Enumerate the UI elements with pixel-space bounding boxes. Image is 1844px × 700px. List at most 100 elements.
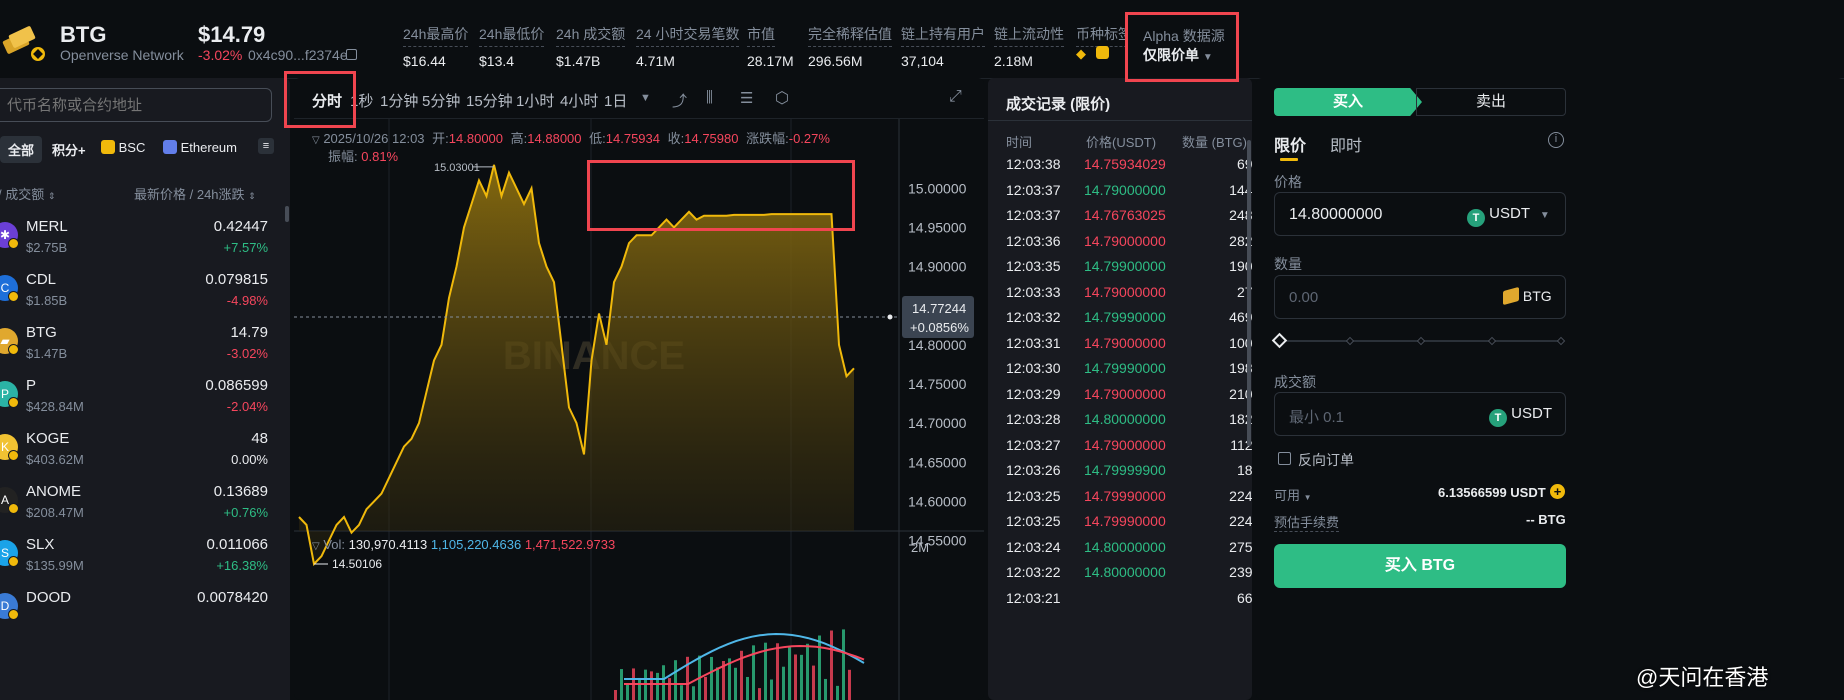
reverse-order-checkbox[interactable] bbox=[1278, 452, 1291, 465]
slider-stop-50[interactable] bbox=[1416, 336, 1426, 346]
volume-bar bbox=[782, 666, 785, 700]
slider-stop-75[interactable] bbox=[1487, 336, 1497, 346]
filter-all[interactable]: 全部 bbox=[0, 136, 43, 163]
search-box[interactable] bbox=[0, 88, 272, 122]
ohlc-amplitude: 振幅: 0.81% bbox=[328, 149, 399, 164]
info-icon[interactable]: i bbox=[1548, 132, 1564, 148]
order-type-active-indicator bbox=[1280, 158, 1298, 161]
price-chart[interactable]: BINANCE15.0000014.9500014.9000014.850001… bbox=[294, 119, 984, 700]
indicator-icon[interactable]: ⤴ bbox=[672, 90, 687, 111]
slider-stop-25[interactable] bbox=[1345, 336, 1355, 346]
stat-24h-volume: 24h 成交额 $1.47B bbox=[556, 26, 626, 69]
trades-col-qty: 数量 (BTG) bbox=[1182, 135, 1247, 150]
filter-more-icon[interactable]: ≡ bbox=[258, 138, 274, 154]
contract-address[interactable]: 0x4c90...f2374e bbox=[248, 47, 348, 63]
total-label: 成交额 bbox=[1274, 374, 1316, 390]
market-row-volume: $2.75B bbox=[26, 240, 68, 255]
order-type-market[interactable]: 即时 bbox=[1330, 132, 1362, 156]
volume-bar bbox=[704, 676, 707, 700]
timeframe-tab[interactable]: 4小时 bbox=[560, 90, 598, 111]
price-unit-select[interactable]: T USDT ▼ bbox=[1467, 205, 1550, 227]
chevron-down-icon: ▼ bbox=[1539, 210, 1550, 221]
total-field[interactable]: 最小 0.1 T USDT bbox=[1274, 392, 1566, 436]
market-row-change: -4.98% bbox=[226, 293, 268, 308]
trade-time: 12:03:25 bbox=[1006, 513, 1061, 529]
trade-qty: 224.51 bbox=[1229, 487, 1252, 504]
timeframe-tab[interactable]: 5分钟 bbox=[422, 90, 460, 111]
trade-price: 14.79990000 bbox=[1084, 309, 1166, 325]
usdt-icon: T bbox=[1489, 409, 1507, 427]
market-row[interactable]: D DOOD 0.0078420 bbox=[0, 587, 290, 649]
volume-bar bbox=[716, 667, 719, 700]
qty-field[interactable]: 0.00 BTG bbox=[1274, 275, 1566, 319]
trade-time: 12:03:28 bbox=[1006, 411, 1061, 427]
reverse-order-label[interactable]: 反向订单 bbox=[1298, 450, 1354, 470]
slider-handle[interactable] bbox=[1271, 332, 1288, 349]
bnb-badge-icon bbox=[8, 291, 19, 302]
market-row-price: 0.086599 bbox=[205, 377, 268, 394]
chart-settings-icon[interactable]: ☰ bbox=[740, 89, 753, 107]
slider-stop-100[interactable] bbox=[1556, 336, 1566, 346]
sell-tab[interactable]: 卖出 bbox=[1416, 88, 1566, 116]
timeframe-tab[interactable]: 1分钟 bbox=[380, 90, 418, 111]
token-price: $14.79 bbox=[198, 22, 266, 47]
market-row-name: P bbox=[26, 377, 37, 394]
market-row-price: 0.0078420 bbox=[197, 589, 268, 606]
trade-price: 14.79990000 bbox=[1084, 360, 1166, 376]
volume-bar bbox=[842, 629, 845, 700]
collapse-icon[interactable]: ▽ bbox=[312, 541, 320, 552]
timeframe-tab[interactable]: 1秒 bbox=[350, 90, 373, 111]
token-change: -3.02% bbox=[198, 47, 243, 63]
trades-scrollbar[interactable] bbox=[1247, 140, 1251, 446]
order-panel: 买入 卖出 限价 即时 i 价格 14.80000000 T USDT ▼ 数量… bbox=[1256, 78, 1844, 700]
stat-24h-trades: 24 小时交易笔数 4.71M bbox=[636, 26, 740, 69]
bnb-badge-icon bbox=[8, 238, 19, 249]
buy-tab[interactable]: 买入 bbox=[1274, 88, 1422, 116]
timeframe-tab[interactable]: 1日 bbox=[604, 90, 627, 111]
token-header: BTG Openverse Network $14.79 -3.02% 0x4c… bbox=[0, 0, 1844, 78]
order-type-limit[interactable]: 限价 bbox=[1274, 132, 1306, 156]
trade-time: 12:03:25 bbox=[1006, 487, 1061, 504]
price-field[interactable]: 14.80000000 T USDT ▼ bbox=[1274, 192, 1566, 236]
sort-volume-header[interactable]: / 成交额 ⇕ bbox=[0, 184, 55, 203]
price-input[interactable]: 14.80000000 bbox=[1289, 206, 1382, 224]
qty-unit: BTG bbox=[1503, 286, 1552, 306]
market-row-name: BTG bbox=[26, 324, 57, 341]
filter-ethereum[interactable]: Ethereum bbox=[163, 140, 237, 155]
chart-config-icon[interactable]: ⬡ bbox=[775, 88, 789, 108]
timeframe-tab[interactable]: 分时 bbox=[312, 90, 342, 111]
sort-price-header[interactable]: 最新价格 / 24h涨跌 ⇕ bbox=[134, 184, 256, 203]
fullscreen-icon[interactable]: ⤢ bbox=[949, 88, 962, 106]
ohlc-high: 14.88000 bbox=[527, 131, 582, 146]
timeframe-tab[interactable]: 15分钟 bbox=[466, 90, 513, 111]
search-input[interactable] bbox=[7, 95, 257, 115]
market-row-change: -2.04% bbox=[226, 399, 268, 414]
filter-bsc[interactable]: BSC bbox=[101, 140, 145, 155]
total-input[interactable]: 最小 0.1 bbox=[1289, 406, 1344, 427]
qty-input[interactable]: 0.00 bbox=[1289, 289, 1318, 306]
ohlc-legend: ▽ 2025/10/26 12:03 开:14.80000 高:14.88000… bbox=[312, 131, 830, 146]
trade-price: 14.76763025 bbox=[1084, 207, 1166, 223]
alpha-source-select[interactable]: 仅限价单 ▼ bbox=[1143, 45, 1213, 65]
trades-col-time: 时间 bbox=[1006, 135, 1033, 150]
price-axis-tick: 14.75000 bbox=[908, 376, 967, 392]
chart-panel: 分时 1秒 1分钟5分钟 15分钟1小时 4小时 1日 ▼ ⤴ ⫼ ☰ ⬡ ⤢ BINAN… bbox=[294, 78, 984, 700]
alpha-source-value: 仅限价单 bbox=[1143, 47, 1199, 63]
timeframe-tab[interactable]: 1小时 bbox=[516, 90, 554, 111]
market-row-name: SLX bbox=[26, 536, 55, 553]
filter-points[interactable]: 积分+ bbox=[52, 140, 86, 159]
candle-type-icon[interactable]: ⫼ bbox=[706, 89, 713, 106]
market-row-price: 0.079815 bbox=[205, 271, 268, 288]
amount-slider[interactable] bbox=[1271, 332, 1566, 349]
market-row-price: 48 bbox=[251, 430, 268, 447]
submit-buy-button[interactable]: 买入 BTG bbox=[1274, 544, 1566, 588]
trade-time: 12:03:36 bbox=[1006, 232, 1061, 249]
bnb-badge-icon bbox=[8, 503, 19, 514]
market-row-change: -3.02% bbox=[226, 346, 268, 361]
deposit-plus-icon[interactable]: + bbox=[1550, 484, 1565, 499]
timeframe-more-icon[interactable]: ▼ bbox=[640, 92, 651, 104]
collapse-icon[interactable]: ▽ bbox=[312, 135, 320, 146]
copy-icon[interactable] bbox=[346, 49, 357, 60]
volume-bar bbox=[710, 656, 713, 700]
price-label: 价格 bbox=[1274, 174, 1302, 190]
